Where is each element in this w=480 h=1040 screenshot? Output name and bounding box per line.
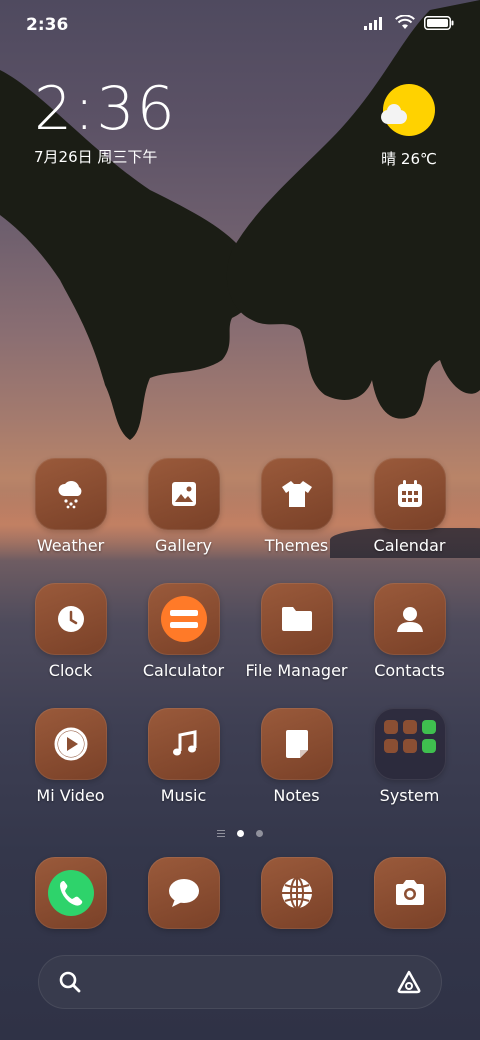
mini-app-icon xyxy=(421,720,436,734)
weather-condition: 晴 26℃ xyxy=(381,150,437,168)
mini-app-icon xyxy=(402,720,417,734)
app-clock[interactable]: Clock xyxy=(14,583,127,680)
app-label: Music xyxy=(160,786,207,805)
camera-icon xyxy=(373,857,446,929)
app-contacts[interactable]: Contacts xyxy=(353,583,466,680)
dock-browser[interactable] xyxy=(240,857,353,929)
app-weather[interactable]: Weather xyxy=(14,458,127,555)
mini-app-icon xyxy=(402,739,417,753)
app-system-folder[interactable]: System xyxy=(353,708,466,805)
app-gallery[interactable]: Gallery xyxy=(127,458,240,555)
clock-icon xyxy=(34,583,107,655)
app-label: Themes xyxy=(264,536,329,555)
app-label: Mi Video xyxy=(36,786,105,805)
app-label: File Manager xyxy=(245,661,348,680)
app-label: Clock xyxy=(48,661,93,680)
app-themes[interactable]: Themes xyxy=(240,458,353,555)
weather-icon xyxy=(34,458,107,530)
search-bar[interactable] xyxy=(38,955,442,1009)
app-label: Contacts xyxy=(374,661,445,680)
mini-app-icon xyxy=(383,720,398,734)
status-bar: 2:36 xyxy=(0,0,480,50)
search-icon xyxy=(59,971,81,993)
page-indicator xyxy=(0,830,480,837)
browser-icon xyxy=(260,857,333,929)
app-calculator[interactable]: Calculator xyxy=(127,583,240,680)
mini-app-icon xyxy=(383,739,398,753)
dock-phone[interactable] xyxy=(14,857,127,929)
calendar-icon xyxy=(373,458,446,530)
drawer-lines-icon xyxy=(217,830,225,837)
themes-icon xyxy=(260,458,333,530)
contacts-icon xyxy=(373,583,446,655)
mini-app-icon xyxy=(421,739,436,753)
play-icon xyxy=(34,708,107,780)
music-icon xyxy=(147,708,220,780)
dock-camera[interactable] xyxy=(353,857,466,929)
weather-widget[interactable]: 晴 26℃ xyxy=(374,84,444,169)
app-music[interactable]: Music xyxy=(127,708,240,805)
app-mi-video[interactable]: Mi Video xyxy=(14,708,127,805)
app-notes[interactable]: Notes xyxy=(240,708,353,805)
status-time: 2:36 xyxy=(26,15,69,35)
app-label: Weather xyxy=(36,536,105,555)
gallery-icon xyxy=(147,458,220,530)
system-folder-icon xyxy=(373,708,446,780)
phone-icon xyxy=(34,857,107,929)
app-label: Calendar xyxy=(373,536,446,555)
clock-date: 7月26日 周三下午 xyxy=(34,148,158,166)
app-file-manager[interactable]: File Manager xyxy=(240,583,353,680)
notes-icon xyxy=(260,708,333,780)
sun-cloud-icon xyxy=(381,84,435,136)
dock-messages[interactable] xyxy=(127,857,240,929)
clock-widget[interactable]: 2:36 7月26日 周三下午 xyxy=(34,78,177,167)
app-label: System xyxy=(379,786,440,805)
clock-time: 2:36 xyxy=(34,74,177,144)
wifi-icon xyxy=(395,15,415,29)
folder-icon xyxy=(260,583,333,655)
page-dot-active xyxy=(237,830,244,837)
wallpaper-silhouette xyxy=(0,0,480,440)
messages-icon xyxy=(147,857,220,929)
signal-icon xyxy=(364,16,382,30)
app-label: Notes xyxy=(273,786,320,805)
app-label: Gallery xyxy=(155,536,212,555)
battery-icon xyxy=(424,15,454,30)
page-dot xyxy=(256,830,263,837)
calculator-icon xyxy=(147,583,220,655)
app-label: Calculator xyxy=(142,661,225,680)
status-icons xyxy=(364,15,454,30)
assistant-icon[interactable] xyxy=(396,969,422,995)
app-calendar[interactable]: Calendar xyxy=(353,458,466,555)
